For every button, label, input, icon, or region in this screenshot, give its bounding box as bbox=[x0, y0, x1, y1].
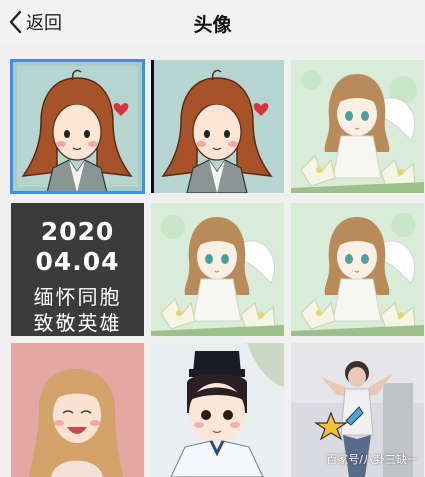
cartoon-girl-image bbox=[151, 60, 284, 193]
avatar-option-anime-angel-2[interactable] bbox=[151, 203, 284, 336]
avatar-option-anime-angel-1[interactable] bbox=[291, 60, 424, 193]
avatar-grid: 2020 04.04 缅怀同胞 致敬英雄 百家号/八卦三缺一 bbox=[10, 59, 424, 477]
avatar-option-cartoon-girl-selected[interactable] bbox=[10, 59, 145, 194]
nav-bar: 返回 头像 bbox=[0, 0, 425, 44]
avatar-option-anime-angel-3[interactable] bbox=[291, 203, 424, 336]
avatar-option-painted-girl[interactable] bbox=[11, 343, 144, 477]
avatar-option-ancient-boy[interactable] bbox=[151, 343, 284, 477]
avatar-picker-screen: 返回 头像 2020 04.04 缅怀同胞 致敬英雄 百家号/八卦三缺一 bbox=[0, 0, 425, 477]
avatar-option-memorial-text[interactable]: 2020 04.04 缅怀同胞 致敬英雄 bbox=[11, 203, 144, 336]
memorial-year: 2020 bbox=[40, 217, 115, 246]
avatar-option-cartoon-girl-2[interactable] bbox=[151, 60, 284, 193]
memorial-date: 04.04 bbox=[35, 247, 120, 276]
anime-angel-girl-image bbox=[291, 60, 424, 193]
ancient-costume-boy-image bbox=[151, 343, 284, 477]
memorial-line-1: 缅怀同胞 bbox=[33, 285, 122, 309]
cartoon-girl-image bbox=[11, 60, 144, 193]
memorial-line-2: 致敬英雄 bbox=[33, 311, 122, 335]
watermark-text: 百家号/八卦三缺一 bbox=[326, 453, 418, 466]
avatar-option-jumping-girl[interactable]: 百家号/八卦三缺一 bbox=[291, 343, 424, 477]
painted-girl-image bbox=[11, 343, 144, 477]
anime-angel-girl-image bbox=[151, 203, 284, 336]
page-title: 头像 bbox=[193, 14, 232, 36]
anime-angel-girl-image bbox=[291, 203, 424, 336]
